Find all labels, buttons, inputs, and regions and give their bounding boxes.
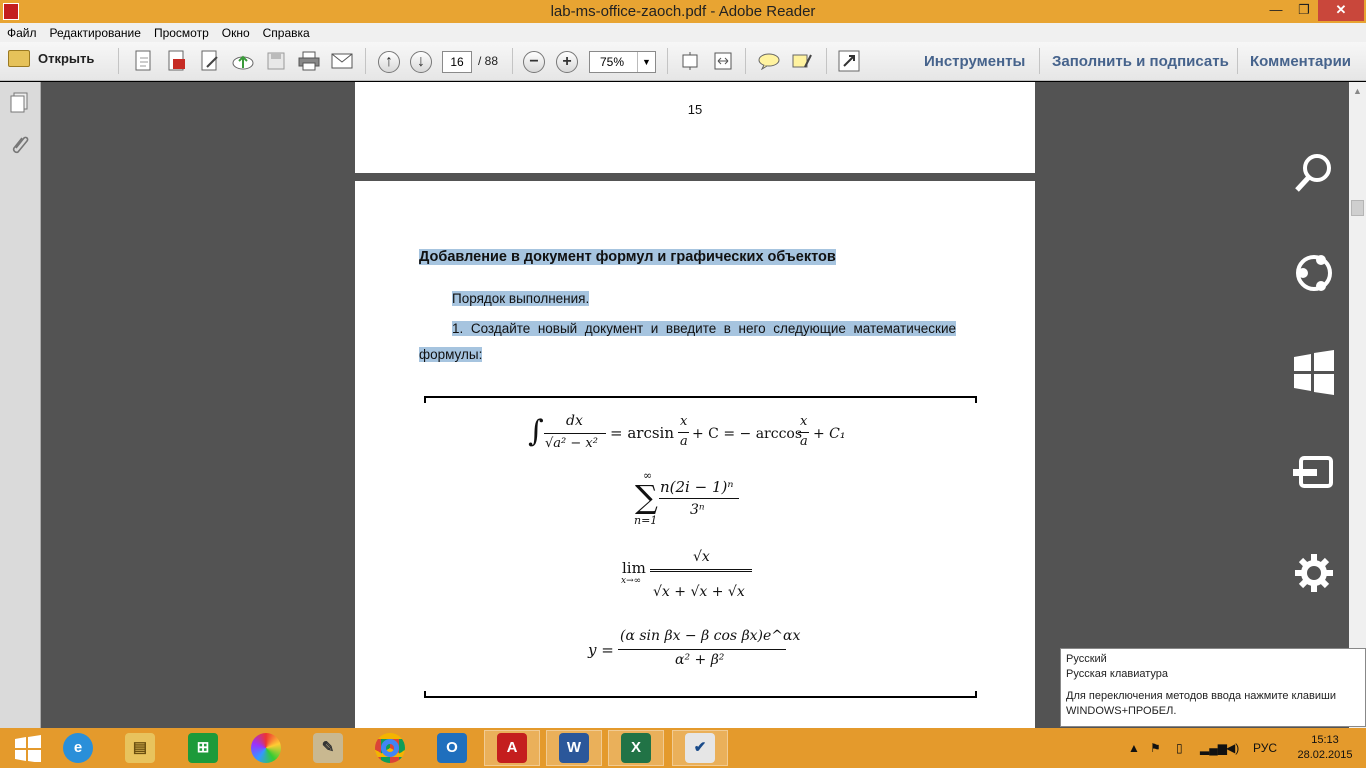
- create-pdf-icon[interactable]: [132, 49, 156, 73]
- highlight-text-icon[interactable]: [790, 49, 814, 73]
- open-button[interactable]: Открыть: [8, 50, 94, 67]
- clock[interactable]: 15:13 28.02.2015: [1285, 733, 1365, 763]
- action-center-flag-icon[interactable]: ⚑: [1150, 728, 1161, 768]
- start-button[interactable]: [0, 730, 56, 766]
- menu-window[interactable]: Окно: [215, 23, 256, 40]
- close-button[interactable]: ✕: [1318, 0, 1364, 21]
- maximize-button[interactable]: ❐: [1290, 0, 1318, 21]
- excel-icon[interactable]: X: [608, 730, 664, 766]
- menu-file[interactable]: Файл: [0, 23, 43, 40]
- file-explorer-icon[interactable]: ▤: [112, 730, 168, 766]
- frame-bottom-border: [424, 696, 977, 698]
- zoom-select[interactable]: 75% ▼: [589, 51, 656, 73]
- toolbar-separator: [826, 48, 827, 74]
- battery-icon[interactable]: ▯: [1176, 728, 1183, 768]
- minimize-button[interactable]: —: [1262, 0, 1290, 21]
- internet-explorer-icon[interactable]: e: [50, 730, 106, 766]
- tooltip-hint: Для переключения методов ввода нажмите к…: [1066, 690, 1336, 717]
- title-bar: lab-ms-office-zaoch.pdf - Adobe Reader —…: [0, 0, 1366, 23]
- page-number-input[interactable]: 16: [442, 51, 472, 73]
- charms-bar: [1262, 82, 1366, 728]
- page-thumbnails-icon[interactable]: [8, 92, 30, 114]
- menu-view[interactable]: Просмотр: [147, 23, 215, 40]
- navigation-pane: [0, 82, 41, 728]
- paragraph-step-1: 1. Создайте новый документ и введите в н…: [419, 321, 956, 362]
- edit-pdf-icon[interactable]: [198, 49, 222, 73]
- save-icon[interactable]: [264, 49, 288, 73]
- open-label: Открыть: [38, 51, 95, 66]
- full-screen-icon[interactable]: [837, 49, 861, 73]
- toolbar-separator: [1237, 48, 1238, 74]
- toolbar-separator: [365, 48, 366, 74]
- section-heading: Добавление в документ формул и графическ…: [419, 249, 836, 265]
- tooltip-keyboard: Русская клавиатура: [1066, 668, 1169, 680]
- document-view[interactable]: 15 Добавление в документ формул и графич…: [41, 82, 1349, 741]
- network-signal-icon[interactable]: ▂▄▆: [1200, 728, 1227, 768]
- previous-page-icon[interactable]: ↑: [378, 51, 400, 73]
- clock-time: 15:13: [1311, 734, 1339, 746]
- fit-page-icon[interactable]: [678, 49, 702, 73]
- share-icon[interactable]: [1262, 248, 1366, 308]
- menu-edit[interactable]: Редактирование: [43, 23, 147, 40]
- zoom-in-icon[interactable]: +: [556, 51, 578, 73]
- menu-help[interactable]: Справка: [256, 23, 316, 40]
- frame-top-border: [424, 396, 977, 398]
- taskbar: e ▤ ⊞ ✎ O A W X ✔ ▲ ⚑ ▯ ▂▄▆ ◀) РУС 15:13…: [0, 728, 1366, 768]
- toolbar-separator: [745, 48, 746, 74]
- page-total: / 88: [478, 54, 499, 68]
- toolbar-separator: [667, 48, 668, 74]
- toolbar-separator: [118, 48, 119, 74]
- fit-width-icon[interactable]: [711, 49, 735, 73]
- pdf-page-current: Добавление в документ формул и графическ…: [355, 181, 1035, 741]
- next-page-icon[interactable]: ↓: [410, 51, 432, 73]
- tools-tab[interactable]: Инструменты: [924, 53, 1025, 70]
- print-icon[interactable]: [297, 49, 321, 73]
- toolbar: Открыть ↑ ↓ 16 / 88 − + 75% ▼ Инструмент…: [0, 42, 1366, 81]
- start-icon[interactable]: [1262, 348, 1366, 408]
- zoom-out-icon[interactable]: −: [523, 51, 545, 73]
- tooltip-language: Русский: [1066, 653, 1107, 665]
- outlook-icon[interactable]: O: [424, 730, 480, 766]
- attachments-icon[interactable]: [8, 134, 30, 156]
- adobe-reader-window: lab-ms-office-zaoch.pdf - Adobe Reader —…: [0, 0, 1366, 768]
- toolbar-separator: [512, 48, 513, 74]
- fill-sign-tab[interactable]: Заполнить и подписать: [1052, 53, 1229, 70]
- chevron-down-icon[interactable]: ▼: [637, 52, 655, 72]
- paint-icon[interactable]: [238, 730, 294, 766]
- settings-icon[interactable]: [1262, 548, 1366, 608]
- comments-tab[interactable]: Комментарии: [1250, 53, 1351, 70]
- formula-frame: ∫ dx √a² − x² = arcsin x a + C = − arcco…: [424, 396, 977, 698]
- show-hidden-icons-icon[interactable]: ▲: [1128, 728, 1140, 768]
- store-icon[interactable]: ⊞: [175, 730, 231, 766]
- paragraph-procedure: Порядок выполнения.: [452, 291, 590, 306]
- upload-cloud-icon[interactable]: [231, 49, 255, 73]
- menu-bar: Файл Редактирование Просмотр Окно Справка: [0, 23, 1366, 42]
- pdf-page-previous: 15: [355, 82, 1035, 173]
- adobe-reader-taskbar-icon[interactable]: A: [484, 730, 540, 766]
- comment-icon[interactable]: [757, 49, 781, 73]
- folder-icon: [8, 50, 30, 67]
- page-number-text: 15: [687, 102, 703, 117]
- volume-icon[interactable]: ◀): [1226, 728, 1239, 768]
- chrome-icon[interactable]: [362, 730, 418, 766]
- clock-date: 28.02.2015: [1297, 749, 1353, 761]
- input-language-tooltip: Русский Русская клавиатура Для переключе…: [1060, 648, 1366, 727]
- window-title: lab-ms-office-zaoch.pdf - Adobe Reader: [550, 3, 816, 20]
- scanner-app-icon[interactable]: ✎: [300, 730, 356, 766]
- zoom-value: 75%: [600, 55, 625, 69]
- toolbar-separator: [1039, 48, 1040, 74]
- search-icon[interactable]: [1262, 148, 1366, 208]
- email-icon[interactable]: [330, 49, 354, 73]
- devices-icon[interactable]: [1262, 448, 1366, 508]
- word-icon[interactable]: W: [546, 730, 602, 766]
- pdf-convert-icon[interactable]: [165, 49, 189, 73]
- input-language-indicator[interactable]: РУС: [1253, 728, 1277, 768]
- task-app-icon[interactable]: ✔: [672, 730, 728, 766]
